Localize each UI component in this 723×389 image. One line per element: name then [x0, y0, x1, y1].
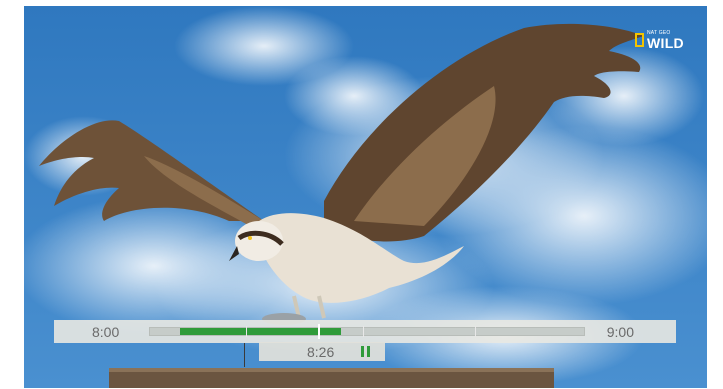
scrubber-stem: [244, 343, 245, 367]
timeline-playhead[interactable]: [318, 324, 320, 339]
logo-big-text: WILD: [647, 34, 684, 51]
timeline-tick: [246, 326, 247, 337]
timeline-tick: [363, 326, 364, 337]
timeline-tick: [475, 326, 476, 337]
program-timeline: 8:00 9:00: [54, 320, 676, 343]
timeline-track[interactable]: [149, 324, 585, 339]
channel-logo: NAT GEO WILD: [635, 30, 695, 50]
nat-geo-yellow-frame-icon: [635, 33, 644, 47]
timeline-start-time: 8:00: [92, 324, 120, 340]
current-time: 8:26: [307, 344, 335, 360]
timeline-progress-fill: [180, 328, 341, 335]
timeline-end-time: 9:00: [606, 324, 634, 340]
pause-icon[interactable]: [361, 346, 371, 357]
current-time-tooltip: 8:26: [259, 342, 385, 361]
video-frame: NAT GEO WILD 8:00 9:00 8:26: [24, 6, 707, 388]
